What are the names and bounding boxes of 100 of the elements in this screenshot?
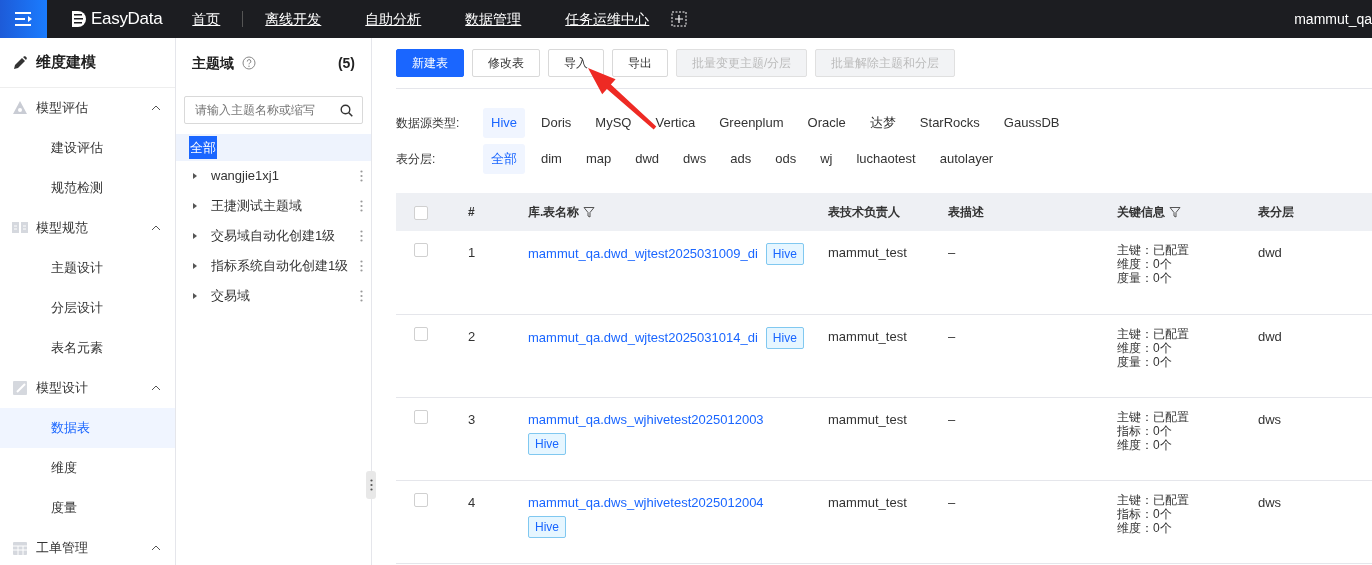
menu-item[interactable]: 规范检测: [0, 168, 175, 208]
user-name[interactable]: mammut_qa: [1294, 8, 1372, 30]
filter-option[interactable]: dim: [533, 144, 570, 174]
add-tab-icon[interactable]: [671, 11, 688, 27]
checkbox[interactable]: [414, 205, 428, 220]
nav-link[interactable]: 首页: [170, 8, 243, 30]
table-name-link[interactable]: mammut_qa.dws_wjhivetest2025012003: [528, 409, 764, 429]
menu-item[interactable]: 表名元素: [0, 328, 175, 368]
checkbox[interactable]: [414, 409, 428, 424]
resize-handle[interactable]: [366, 471, 376, 499]
filter-option[interactable]: Vertica: [647, 108, 704, 138]
sidebar-title: 维度建模: [36, 52, 96, 73]
column-header: 库.表名称: [528, 204, 580, 221]
table-name-link[interactable]: mammut_qa.dwd_wjtest2025031009_di: [528, 244, 758, 264]
filter-option[interactable]: dws: [675, 144, 715, 174]
filter-option[interactable]: Greenplum: [711, 108, 792, 138]
filter-option[interactable]: luchaotest: [848, 144, 924, 174]
column-header: 表技术负责人: [828, 204, 900, 221]
tree-item[interactable]: 交易域自动化创建1级: [211, 226, 360, 246]
key-info-line: 主键：已配置: [1117, 409, 1190, 424]
checkbox[interactable]: [414, 492, 428, 507]
panel-title: 主题域: [192, 53, 234, 73]
more-icon[interactable]: [360, 200, 363, 212]
more-icon[interactable]: [360, 170, 363, 182]
key-info-line: 维度：0个: [1117, 520, 1173, 535]
more-icon[interactable]: [360, 260, 363, 272]
menu-item[interactable]: 维度: [0, 448, 175, 488]
tree-item[interactable]: 指标系统自动化创建1级: [211, 256, 360, 276]
filter-option[interactable]: Hive: [483, 108, 525, 138]
caret-right-icon[interactable]: [192, 293, 198, 299]
filter-option[interactable]: wj: [812, 144, 841, 174]
column-header: 表描述: [948, 204, 984, 221]
more-icon[interactable]: [360, 230, 363, 242]
tree-item[interactable]: 交易域: [211, 286, 360, 306]
filter-option[interactable]: ads: [722, 144, 760, 174]
menu-button[interactable]: [0, 0, 47, 38]
table-cell: –: [948, 494, 956, 510]
logo-icon: [71, 10, 87, 28]
menu-item[interactable]: 主题设计: [0, 248, 175, 288]
key-info-line: 指标：0个: [1117, 423, 1173, 438]
menu-item[interactable]: 建设评估: [0, 128, 175, 168]
menu-item[interactable]: 数据表: [0, 408, 175, 448]
filter-option[interactable]: 全部: [483, 144, 525, 174]
book-icon: [12, 220, 28, 236]
toolbar-button[interactable]: 导出: [612, 49, 668, 77]
key-info-line: 主键：已配置: [1117, 492, 1190, 507]
caret-right-icon[interactable]: [192, 233, 198, 239]
source-tag: Hive: [528, 433, 566, 455]
menu-group[interactable]: 模型设计: [36, 378, 143, 398]
key-info-line: 维度：0个: [1117, 437, 1173, 452]
filter-option[interactable]: ods: [767, 144, 805, 174]
tree-item[interactable]: 全部: [189, 135, 217, 160]
menu-item[interactable]: 分层设计: [0, 288, 175, 328]
filter-option[interactable]: dwd: [627, 144, 668, 174]
pen-icon: [12, 54, 28, 71]
filter-option[interactable]: autolayer: [931, 144, 1002, 174]
filter-option[interactable]: StarRocks: [911, 108, 988, 138]
checkbox[interactable]: [414, 243, 428, 257]
menu-group[interactable]: 工单管理: [36, 538, 143, 558]
toolbar-button[interactable]: 修改表: [472, 49, 540, 77]
table-name-link[interactable]: mammut_qa.dws_wjhivetest2025012004: [528, 492, 764, 512]
filter-label: 数据源类型:: [396, 115, 461, 132]
source-tag: Hive: [765, 243, 804, 265]
search-field[interactable]: 请输入主题名称或缩写: [184, 96, 363, 124]
filter-option[interactable]: map: [577, 144, 620, 174]
toolbar-button[interactable]: 导入: [548, 49, 604, 77]
table-cell: dws: [1258, 494, 1282, 510]
more-icon[interactable]: [360, 290, 363, 302]
table-cell: –: [948, 411, 956, 427]
caret-right-icon[interactable]: [192, 263, 198, 269]
nav-link[interactable]: 数据管理: [443, 8, 544, 30]
nav-link[interactable]: 离线开发: [243, 8, 344, 30]
menu-group[interactable]: 模型评估: [36, 98, 143, 118]
menu-group[interactable]: 模型规范: [36, 218, 143, 238]
filter-option[interactable]: MySQ: [587, 108, 640, 138]
filter-icon[interactable]: [1169, 206, 1181, 218]
filter-option[interactable]: Doris: [533, 108, 580, 138]
toolbar-button[interactable]: 新建表: [396, 49, 464, 77]
filter-option[interactable]: 达梦: [861, 108, 904, 138]
nav-link[interactable]: 任务运维中心: [543, 8, 672, 30]
filter-option[interactable]: GaussDB: [995, 108, 1068, 138]
checkbox[interactable]: [414, 326, 428, 341]
column-header: #: [468, 204, 475, 221]
caret-right-icon[interactable]: [192, 203, 198, 209]
key-info-line: 度量：0个: [1117, 271, 1173, 285]
caret-right-icon[interactable]: [192, 173, 198, 179]
nav-link[interactable]: 自助分析: [343, 8, 444, 30]
menu-item[interactable]: 度量: [0, 488, 175, 528]
table-cell: –: [948, 245, 956, 260]
table-cell: dws: [1258, 411, 1282, 427]
table-cell: mammut_test: [828, 328, 907, 344]
menu-icon[interactable]: [14, 12, 33, 26]
search-icon: [340, 104, 353, 117]
warning-icon: [12, 100, 28, 116]
tree-item[interactable]: 王捷测试主题域: [211, 196, 360, 216]
filter-option[interactable]: Oracle: [799, 108, 854, 138]
calendar-icon: [12, 540, 28, 556]
filter-icon[interactable]: [583, 206, 596, 218]
tree-item[interactable]: wangjie1xj1: [211, 166, 360, 186]
table-name-link[interactable]: mammut_qa.dwd_wjtest2025031014_di: [528, 327, 758, 348]
